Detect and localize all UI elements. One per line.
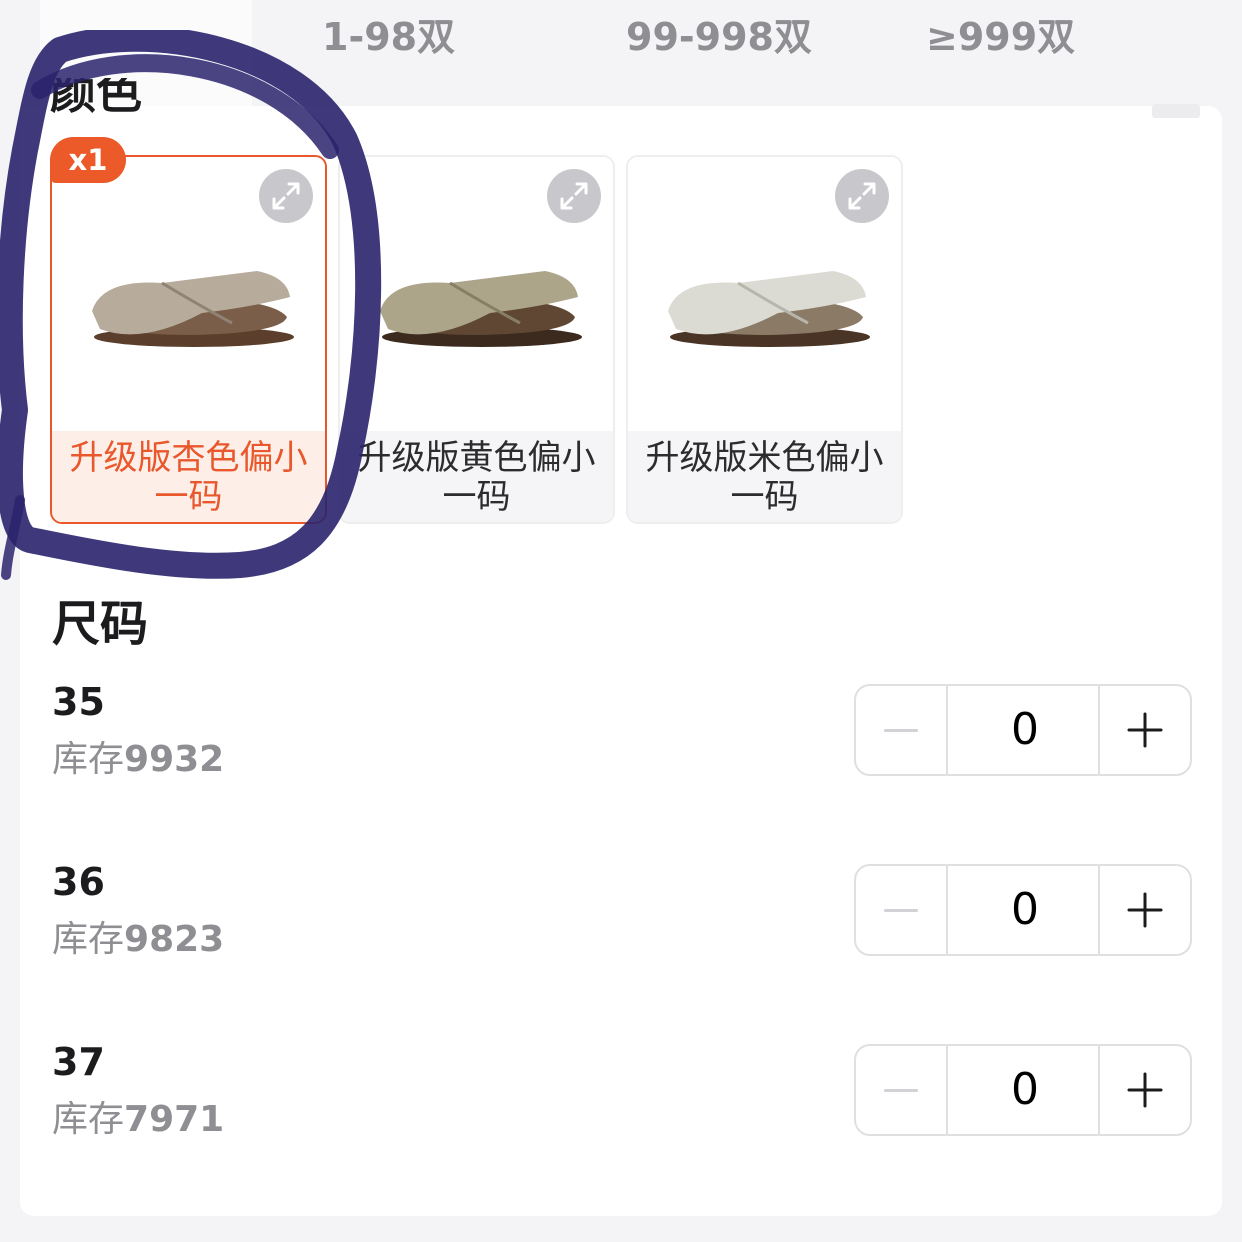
expand-icon[interactable] <box>259 169 313 223</box>
color-option-apricot[interactable]: 升级版杏色偏小一码 <box>50 155 327 524</box>
color-option-yellow[interactable]: 升级版黄色偏小一码 <box>338 155 615 524</box>
stock-count: 7971 <box>124 1099 225 1140</box>
stock-count: 9932 <box>124 739 225 780</box>
stock-label: 库存 <box>52 919 125 960</box>
decrement-button[interactable] <box>856 866 948 954</box>
price-tier-1: 1-98双 <box>322 15 456 59</box>
color-option-label: 升级版杏色偏小一码 <box>69 438 308 517</box>
minus-icon <box>884 908 918 912</box>
sandal-image <box>380 271 582 347</box>
color-option-label: 升级版米色偏小一码 <box>645 438 884 517</box>
quantity-input[interactable]: 0 <box>948 686 1102 774</box>
quantity-stepper: 0 <box>854 684 1192 776</box>
size-section-title: 尺码 <box>52 596 149 652</box>
stock-count: 9823 <box>124 919 225 960</box>
increment-button[interactable] <box>1098 1046 1190 1134</box>
price-tier-2: 99-998双 <box>626 15 812 59</box>
plus-icon <box>1127 892 1163 928</box>
quantity-stepper: 0 <box>854 1044 1192 1136</box>
plus-icon <box>1127 1072 1163 1108</box>
stock-label: 库存 <box>52 1099 125 1140</box>
quantity-input[interactable]: 0 <box>948 1046 1102 1134</box>
quantity-stepper: 0 <box>854 864 1192 956</box>
color-section-title: 颜色 <box>50 78 142 118</box>
stock-info: 库存7971 <box>52 1090 224 1142</box>
sandal-image <box>668 271 870 347</box>
color-option-beige[interactable]: 升级版米色偏小一码 <box>626 155 903 524</box>
size-value: 37 <box>52 1040 105 1084</box>
increment-button[interactable] <box>1098 866 1190 954</box>
plus-icon <box>1127 712 1163 748</box>
scroll-indicator <box>1152 104 1200 118</box>
minus-icon <box>884 728 918 732</box>
quantity-input[interactable]: 0 <box>948 866 1102 954</box>
selected-count-badge: x1 <box>50 137 126 183</box>
expand-icon[interactable] <box>835 169 889 223</box>
size-row: 36 库存9823 0 <box>0 860 1242 960</box>
sandal-image <box>92 271 294 347</box>
color-option-label: 升级版黄色偏小一码 <box>357 438 596 517</box>
minus-icon <box>884 1088 918 1092</box>
price-tier-3: ≥999双 <box>926 15 1076 59</box>
size-row: 35 库存9932 0 <box>0 680 1242 780</box>
size-value: 35 <box>52 680 105 724</box>
decrement-button[interactable] <box>856 686 948 774</box>
price-tier-bar: 1-98双 99-998双 ≥999双 <box>0 0 1242 108</box>
size-value: 36 <box>52 860 105 904</box>
increment-button[interactable] <box>1098 686 1190 774</box>
stock-info: 库存9932 <box>52 730 224 782</box>
stock-info: 库存9823 <box>52 910 224 962</box>
size-row: 37 库存7971 0 <box>0 1040 1242 1140</box>
stock-label: 库存 <box>52 739 125 780</box>
decrement-button[interactable] <box>856 1046 948 1134</box>
expand-icon[interactable] <box>547 169 601 223</box>
